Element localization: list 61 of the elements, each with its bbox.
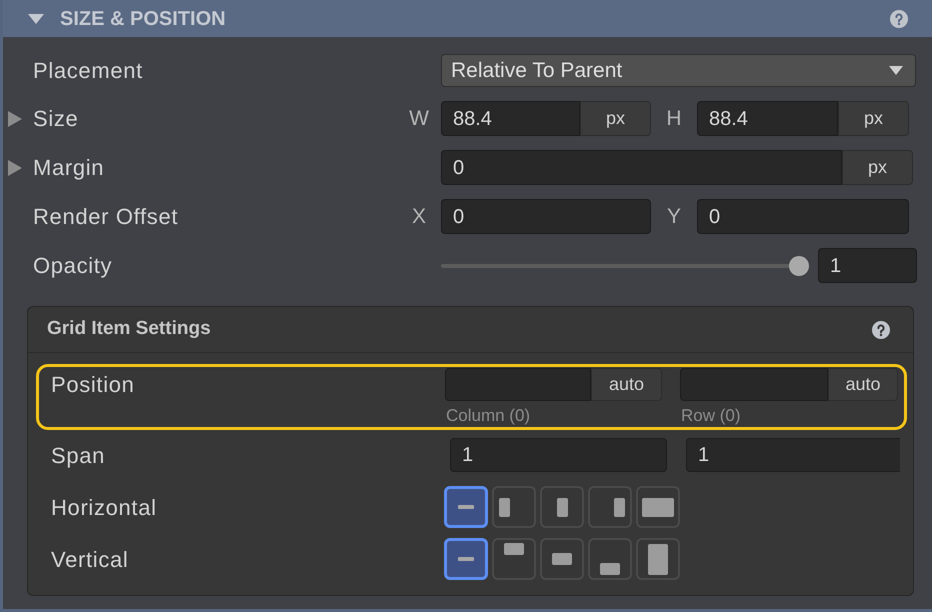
top-block-icon xyxy=(504,543,524,555)
field-caption: Row (0) xyxy=(680,406,741,426)
number-input[interactable]: 0 xyxy=(441,199,651,234)
caret-down-icon xyxy=(889,66,903,75)
align-option[interactable] xyxy=(492,486,536,528)
align-option[interactable] xyxy=(444,538,488,580)
unit-button[interactable]: px xyxy=(842,150,913,185)
slider-thumb[interactable] xyxy=(789,256,809,276)
axis-label: H xyxy=(665,106,683,132)
field-label: Margin xyxy=(33,154,106,182)
caret-right-icon[interactable] xyxy=(8,110,22,126)
field-label: Position xyxy=(51,373,136,397)
right-block-icon xyxy=(614,498,625,516)
field-label: Size xyxy=(33,105,80,133)
number-input[interactable]: 0 xyxy=(441,150,842,185)
middle-block-icon xyxy=(552,553,572,565)
slider-track[interactable] xyxy=(441,256,809,276)
dash-icon xyxy=(458,557,474,561)
unit-button[interactable]: px xyxy=(838,101,909,136)
number-input[interactable]: 88.4 xyxy=(697,101,838,136)
unit-button[interactable]: auto xyxy=(828,368,898,401)
wide-block-icon xyxy=(642,498,674,516)
field-caption: Column (0) xyxy=(445,406,530,426)
left-block-icon xyxy=(499,498,510,516)
axis-label: Y xyxy=(666,204,682,230)
number-input[interactable] xyxy=(680,368,828,401)
center-block-icon xyxy=(556,498,568,516)
align-option[interactable] xyxy=(588,538,632,580)
unit-button[interactable]: px xyxy=(580,101,651,136)
axis-label: W xyxy=(408,106,430,132)
align-option[interactable] xyxy=(444,486,488,528)
number-input[interactable] xyxy=(445,368,591,401)
field-label: Horizontal xyxy=(51,494,158,522)
align-option[interactable] xyxy=(588,486,632,528)
number-input[interactable]: 0 xyxy=(697,199,909,234)
field-label: Opacity xyxy=(33,252,114,280)
unit-button[interactable]: auto xyxy=(591,368,662,401)
number-input[interactable]: 88.4 xyxy=(441,101,580,136)
align-option[interactable] xyxy=(540,538,584,580)
number-input[interactable]: 1 xyxy=(818,248,917,283)
bottom-block-icon xyxy=(600,563,620,575)
axis-label: X xyxy=(410,204,427,230)
dash-icon xyxy=(458,505,474,509)
align-option[interactable] xyxy=(540,486,584,528)
placement-dropdown[interactable]: Relative To Parent xyxy=(441,54,916,87)
number-input[interactable]: 1 xyxy=(450,438,667,472)
caret-down-icon[interactable] xyxy=(28,14,44,24)
help-icon[interactable] xyxy=(872,320,890,338)
number-input[interactable]: 1 xyxy=(686,438,900,472)
field-label: Render Offset xyxy=(33,203,180,231)
card-title: Grid Item Settings xyxy=(47,317,211,342)
align-option[interactable] xyxy=(492,538,536,580)
align-option[interactable] xyxy=(636,538,680,580)
help-icon[interactable] xyxy=(890,10,908,28)
tall-block-icon xyxy=(648,544,668,574)
field-label: Span xyxy=(51,442,106,470)
field-label: Vertical xyxy=(51,546,130,574)
align-option[interactable] xyxy=(636,486,680,528)
field-label: Placement xyxy=(33,57,144,85)
section-title: SIZE & POSITION xyxy=(60,6,226,32)
caret-right-icon[interactable] xyxy=(8,160,22,176)
